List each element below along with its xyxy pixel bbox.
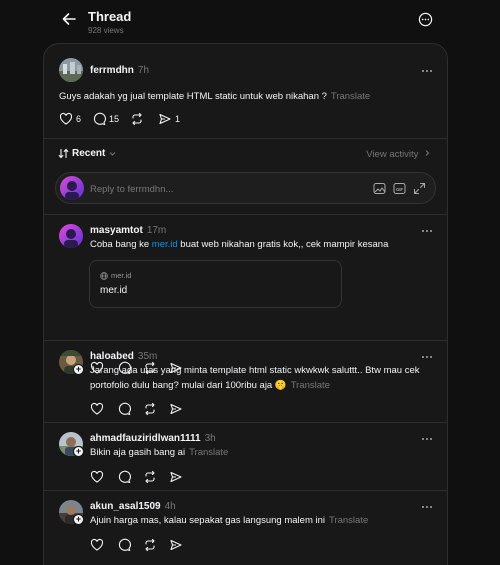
comment-icon (118, 402, 131, 416)
comment-button[interactable] (117, 402, 131, 416)
image-icon[interactable] (373, 182, 386, 195)
translate-link[interactable]: Translate (189, 447, 228, 458)
link-domain: mer.id (100, 271, 131, 280)
post-author[interactable]: ferrmdhn 7h (90, 65, 149, 76)
reply-more-icon[interactable] (420, 500, 434, 514)
reply-text: Coba bang ke mer.id buat web nikahan gra… (90, 239, 389, 250)
repost-button[interactable] (143, 538, 157, 552)
reply-text: Bikin aja gasih bang ai Translate (90, 447, 229, 458)
view-activity-link[interactable]: View activity (366, 149, 431, 160)
post-time: 7h (137, 65, 150, 76)
mer-id-link[interactable]: mer.id (152, 239, 178, 250)
heart-icon (90, 402, 104, 415)
send-icon (170, 539, 182, 551)
divider (44, 138, 447, 139)
repost-icon (145, 538, 155, 552)
comment-icon (118, 538, 131, 552)
more-options-icon[interactable] (418, 12, 433, 27)
share-button[interactable] (169, 402, 183, 416)
page-title: Thread (88, 9, 132, 24)
reply-text: Ajuin harga mas, kalau sepakat gas langs… (90, 515, 369, 526)
back-arrow-icon[interactable] (61, 11, 77, 27)
view-count: 928 views (88, 26, 124, 35)
reply-author[interactable]: ahmadfauziridlwan1111 3h (90, 433, 216, 444)
reply-time: 35m (137, 351, 158, 362)
reply-actions (90, 470, 210, 484)
reply-more-icon[interactable] (420, 432, 434, 446)
reply-author[interactable]: haloabed 35m (90, 351, 157, 362)
reply-author[interactable]: akun_asal1509 4h (90, 501, 176, 512)
heart-icon (90, 470, 104, 483)
translate-link[interactable]: Translate (331, 91, 370, 102)
translate-link[interactable]: Translate (291, 380, 330, 391)
svg-text:GIF: GIF (396, 187, 403, 192)
repost-button[interactable] (143, 470, 157, 484)
heart-icon (59, 112, 73, 125)
reply-time: 4h (164, 501, 176, 512)
comment-count: 15 (109, 114, 120, 124)
comment-button[interactable] (117, 538, 131, 552)
like-count: 6 (76, 114, 82, 124)
avatar[interactable] (59, 224, 83, 248)
like-button[interactable] (90, 538, 104, 552)
repost-icon (132, 112, 142, 126)
like-button[interactable]: 6 (59, 112, 81, 126)
chevron-down-icon (110, 152, 116, 156)
reply-actions (90, 402, 210, 416)
reply-more-icon[interactable] (420, 224, 434, 238)
reply-input[interactable] (90, 181, 360, 197)
comment-button[interactable]: 15 (92, 112, 119, 126)
current-user-avatar (60, 176, 84, 200)
send-icon (170, 403, 182, 415)
divider (44, 214, 447, 215)
send-icon (159, 113, 171, 125)
reply-more-icon[interactable] (420, 350, 434, 364)
post-actions: 6 15 1 (59, 112, 259, 126)
chevron-right-icon (425, 150, 430, 156)
share-button[interactable]: 1 (158, 112, 180, 126)
like-button[interactable] (90, 402, 104, 416)
avatar[interactable] (59, 58, 83, 82)
repost-button[interactable] (143, 402, 157, 416)
follow-plus-icon[interactable]: + (73, 364, 84, 375)
comment-icon (118, 470, 131, 484)
share-button[interactable] (169, 470, 183, 484)
gif-icon[interactable]: GIF (393, 182, 406, 195)
expand-icon[interactable] (413, 182, 426, 195)
post-more-icon[interactable] (420, 64, 434, 78)
repost-button[interactable] (130, 112, 144, 126)
globe-icon (100, 271, 108, 280)
follow-plus-icon[interactable]: + (73, 446, 84, 457)
thread-card: ferrmdhn 7h Guys adakah yg jual template … (43, 43, 448, 565)
link-title: mer.id (100, 285, 128, 296)
reply-time: 3h (204, 433, 216, 444)
sort-icon (58, 148, 69, 159)
reply-time: 17m (146, 225, 167, 236)
post-text: Guys adakah yg jual template HTML static… (59, 91, 371, 102)
sort-label: Recent (72, 148, 106, 159)
follow-plus-icon[interactable]: + (73, 514, 84, 525)
like-button[interactable] (90, 470, 104, 484)
divider (44, 340, 447, 341)
reply-text: Jarang ada utas yang minta template html… (90, 365, 420, 391)
divider (44, 490, 447, 491)
heart-icon (90, 538, 104, 551)
divider (44, 422, 447, 423)
reply-author[interactable]: masyamtot 17m (90, 225, 166, 236)
send-icon (170, 471, 182, 483)
link-preview-card[interactable]: mer.id mer.id (89, 260, 342, 308)
repost-icon (145, 402, 155, 416)
reply-box: GIF (55, 172, 436, 204)
share-count: 1 (175, 114, 181, 124)
share-button[interactable] (169, 538, 183, 552)
top-bar: Thread 928 views (0, 0, 500, 40)
sort-dropdown[interactable]: Recent (58, 148, 117, 159)
reply-actions (90, 538, 210, 552)
comment-icon (93, 112, 106, 126)
repost-icon (145, 470, 155, 484)
comment-button[interactable] (117, 470, 131, 484)
translate-link[interactable]: Translate (329, 515, 368, 526)
